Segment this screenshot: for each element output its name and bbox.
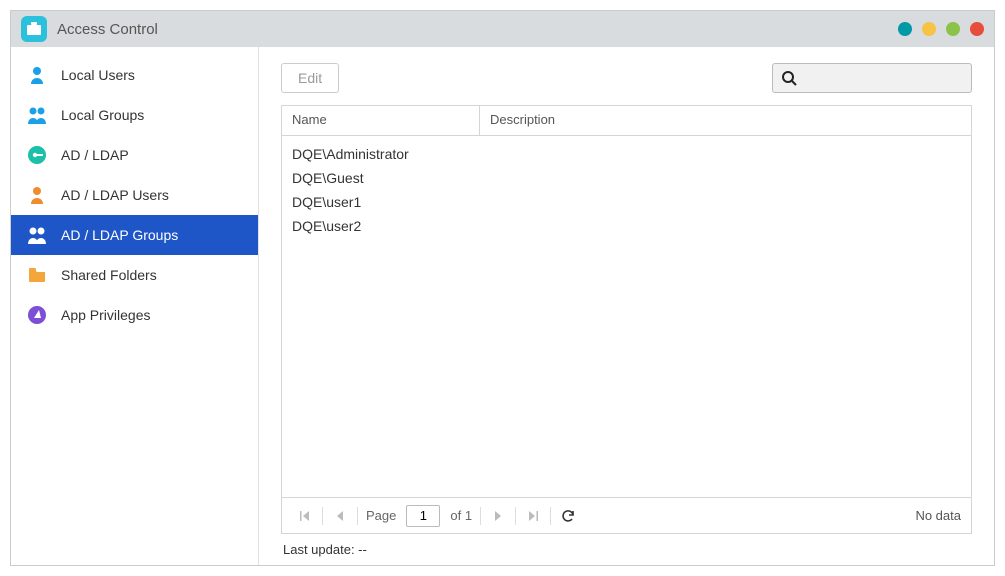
cell-name: DQE\user1 [282,194,480,210]
sidebar-item-ad-ldap-groups[interactable]: AD / LDAP Groups [11,215,258,255]
pager-status: No data [915,508,961,523]
sidebar-item-label: App Privileges [61,307,151,323]
column-header-name[interactable]: Name [282,106,480,135]
sidebar-item-local-users[interactable]: Local Users [11,55,258,95]
window-controls [898,22,984,36]
window-dot-2[interactable] [922,22,936,36]
folder-icon [25,267,49,283]
search-box[interactable] [772,63,972,93]
data-grid: Name Description DQE\Administrator DQE\G… [281,105,972,534]
search-input[interactable] [797,69,982,87]
search-icon [781,70,797,86]
grid-header: Name Description [282,106,971,136]
apps-icon [25,306,49,324]
pager-refresh-icon[interactable] [555,503,581,529]
sidebar-item-label: Shared Folders [61,267,157,283]
pager-prev-icon[interactable] [327,503,353,529]
pager: Page of 1 No data [282,497,971,533]
key-icon [25,146,49,164]
pager-next-icon[interactable] [485,503,511,529]
app-window: Access Control Local Users Local Groups [10,10,995,566]
pager-page-input[interactable] [406,505,440,527]
sidebar-item-label: AD / LDAP Users [61,187,169,203]
table-row[interactable]: DQE\Administrator [282,142,971,166]
pager-first-icon[interactable] [292,503,318,529]
window-dot-3[interactable] [946,22,960,36]
sidebar-item-label: Local Groups [61,107,144,123]
sidebar-item-label: AD / LDAP Groups [61,227,178,243]
sidebar-item-ad-ldap[interactable]: AD / LDAP [11,135,258,175]
sidebar-item-ad-ldap-users[interactable]: AD / LDAP Users [11,175,258,215]
users-orange-icon [25,226,49,244]
cell-name: DQE\Guest [282,170,480,186]
user-orange-icon [25,186,49,204]
users-icon [25,106,49,124]
pager-page-label: Page [366,508,396,523]
titlebar: Access Control [11,11,994,47]
window-dot-1[interactable] [898,22,912,36]
last-update-label: Last update: -- [283,542,972,557]
sidebar-item-label: AD / LDAP [61,147,129,163]
table-row[interactable]: DQE\user1 [282,190,971,214]
table-row[interactable]: DQE\Guest [282,166,971,190]
cell-name: DQE\user2 [282,218,480,234]
sidebar-item-local-groups[interactable]: Local Groups [11,95,258,135]
cell-name: DQE\Administrator [282,146,480,162]
sidebar-item-shared-folders[interactable]: Shared Folders [11,255,258,295]
sidebar: Local Users Local Groups AD / LDAP AD / … [11,47,259,565]
app-icon [21,16,47,42]
column-header-description[interactable]: Description [480,106,971,135]
window-dot-4[interactable] [970,22,984,36]
pager-of-label: of 1 [450,508,472,523]
pager-last-icon[interactable] [520,503,546,529]
toolbar: Edit [281,63,972,93]
grid-body: DQE\Administrator DQE\Guest DQE\user1 DQ… [282,136,971,497]
app-title: Access Control [57,21,158,38]
main-panel: Edit Name Description DQE\Administrator [259,47,994,565]
sidebar-item-label: Local Users [61,67,135,83]
sidebar-item-app-privileges[interactable]: App Privileges [11,295,258,335]
user-icon [25,66,49,84]
table-row[interactable]: DQE\user2 [282,214,971,238]
edit-button[interactable]: Edit [281,63,339,93]
